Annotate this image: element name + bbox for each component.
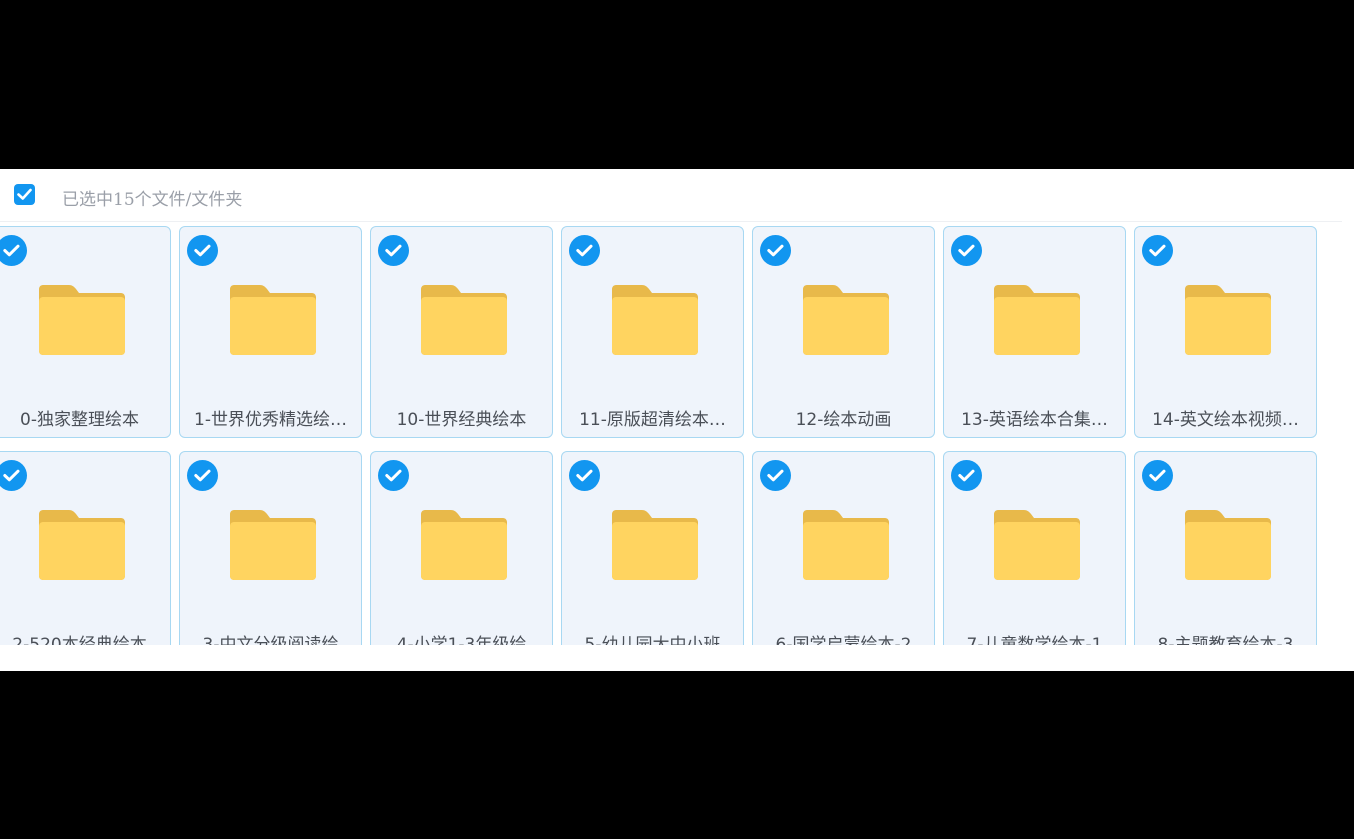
check-circle-icon[interactable] [569, 460, 600, 491]
check-circle-icon[interactable] [0, 460, 27, 491]
check-circle-icon[interactable] [187, 460, 218, 491]
folder-name: 8-主题教育绘本-3 [1157, 635, 1294, 645]
check-circle-icon[interactable] [760, 460, 791, 491]
folder-name: 5-幼儿园大中小班 [584, 635, 721, 645]
check-circle-icon[interactable] [187, 235, 218, 266]
check-circle-icon[interactable] [378, 460, 409, 491]
folder-icon [612, 510, 698, 580]
check-circle-icon[interactable] [951, 460, 982, 491]
folder-icon [994, 285, 1080, 355]
check-circle-icon[interactable] [760, 235, 791, 266]
folder-card[interactable]: 6-国学启蒙绘本-2 [752, 451, 935, 645]
folder-card[interactable]: 11-原版超清绘本… [561, 226, 744, 438]
folder-icon [421, 510, 507, 580]
folder-card[interactable]: 4-小学1-3年级绘 [370, 451, 553, 645]
folder-name: 12-绘本动画 [795, 410, 892, 430]
folder-name: 4-小学1-3年级绘 [396, 635, 527, 645]
folder-card[interactable]: 1-世界优秀精选绘… [179, 226, 362, 438]
folder-card[interactable]: 5-幼儿园大中小班 [561, 451, 744, 645]
folder-name: 3-中文分级阅读绘 [202, 635, 339, 645]
folder-icon [421, 285, 507, 355]
folder-name: 0-独家整理绘本 [20, 410, 139, 430]
checkbox-checked-icon [17, 188, 32, 200]
folder-icon [803, 510, 889, 580]
folder-icon [994, 510, 1080, 580]
folder-name: 14-英文绘本视频… [1152, 410, 1299, 430]
folder-icon [39, 510, 125, 580]
folder-name: 2-520本经典绘本 [12, 635, 147, 645]
check-circle-icon[interactable] [378, 235, 409, 266]
folder-card[interactable]: 13-英语绘本合集… [943, 226, 1126, 438]
folder-card[interactable]: 0-独家整理绘本 [0, 226, 171, 438]
folder-icon [1185, 510, 1271, 580]
folder-name: 10-世界经典绘本 [396, 410, 527, 430]
folder-card[interactable]: 3-中文分级阅读绘 [179, 451, 362, 645]
folder-icon [230, 285, 316, 355]
folder-icon [230, 510, 316, 580]
folder-name: 7-儿童数学绘本-1 [966, 635, 1103, 645]
folder-card[interactable]: 7-儿童数学绘本-1 [943, 451, 1126, 645]
folder-icon [612, 285, 698, 355]
folder-card[interactable]: 12-绘本动画 [752, 226, 935, 438]
folder-card[interactable]: 8-主题教育绘本-3 [1134, 451, 1317, 645]
folder-card[interactable]: 2-520本经典绘本 [0, 451, 171, 645]
folder-grid-viewport[interactable]: 0-独家整理绘本 1-世界优秀精选绘… 10-世界经典绘本 11-原版超清绘本…… [0, 222, 1354, 645]
selection-toolbar: 已选中15个文件/文件夹 [0, 169, 1342, 222]
folder-icon [1185, 285, 1271, 355]
check-circle-icon[interactable] [0, 235, 27, 266]
check-circle-icon[interactable] [951, 235, 982, 266]
folder-name: 6-国学启蒙绘本-2 [775, 635, 912, 645]
folder-icon [803, 285, 889, 355]
folder-icon [39, 285, 125, 355]
folder-name: 13-英语绘本合集… [961, 410, 1108, 430]
check-circle-icon[interactable] [569, 235, 600, 266]
check-circle-icon[interactable] [1142, 235, 1173, 266]
select-all-checkbox[interactable] [14, 184, 35, 205]
check-circle-icon[interactable] [1142, 460, 1173, 491]
folder-name: 1-世界优秀精选绘… [194, 410, 347, 430]
folder-name: 11-原版超清绘本… [579, 410, 726, 430]
folder-card[interactable]: 10-世界经典绘本 [370, 226, 553, 438]
selection-count-label: 已选中15个文件/文件夹 [62, 190, 243, 210]
file-browser-panel: 已选中15个文件/文件夹 0-独家整理绘本 1-世界优秀精选绘… 10-世界经典… [0, 169, 1354, 671]
folder-card[interactable]: 14-英文绘本视频… [1134, 226, 1317, 438]
